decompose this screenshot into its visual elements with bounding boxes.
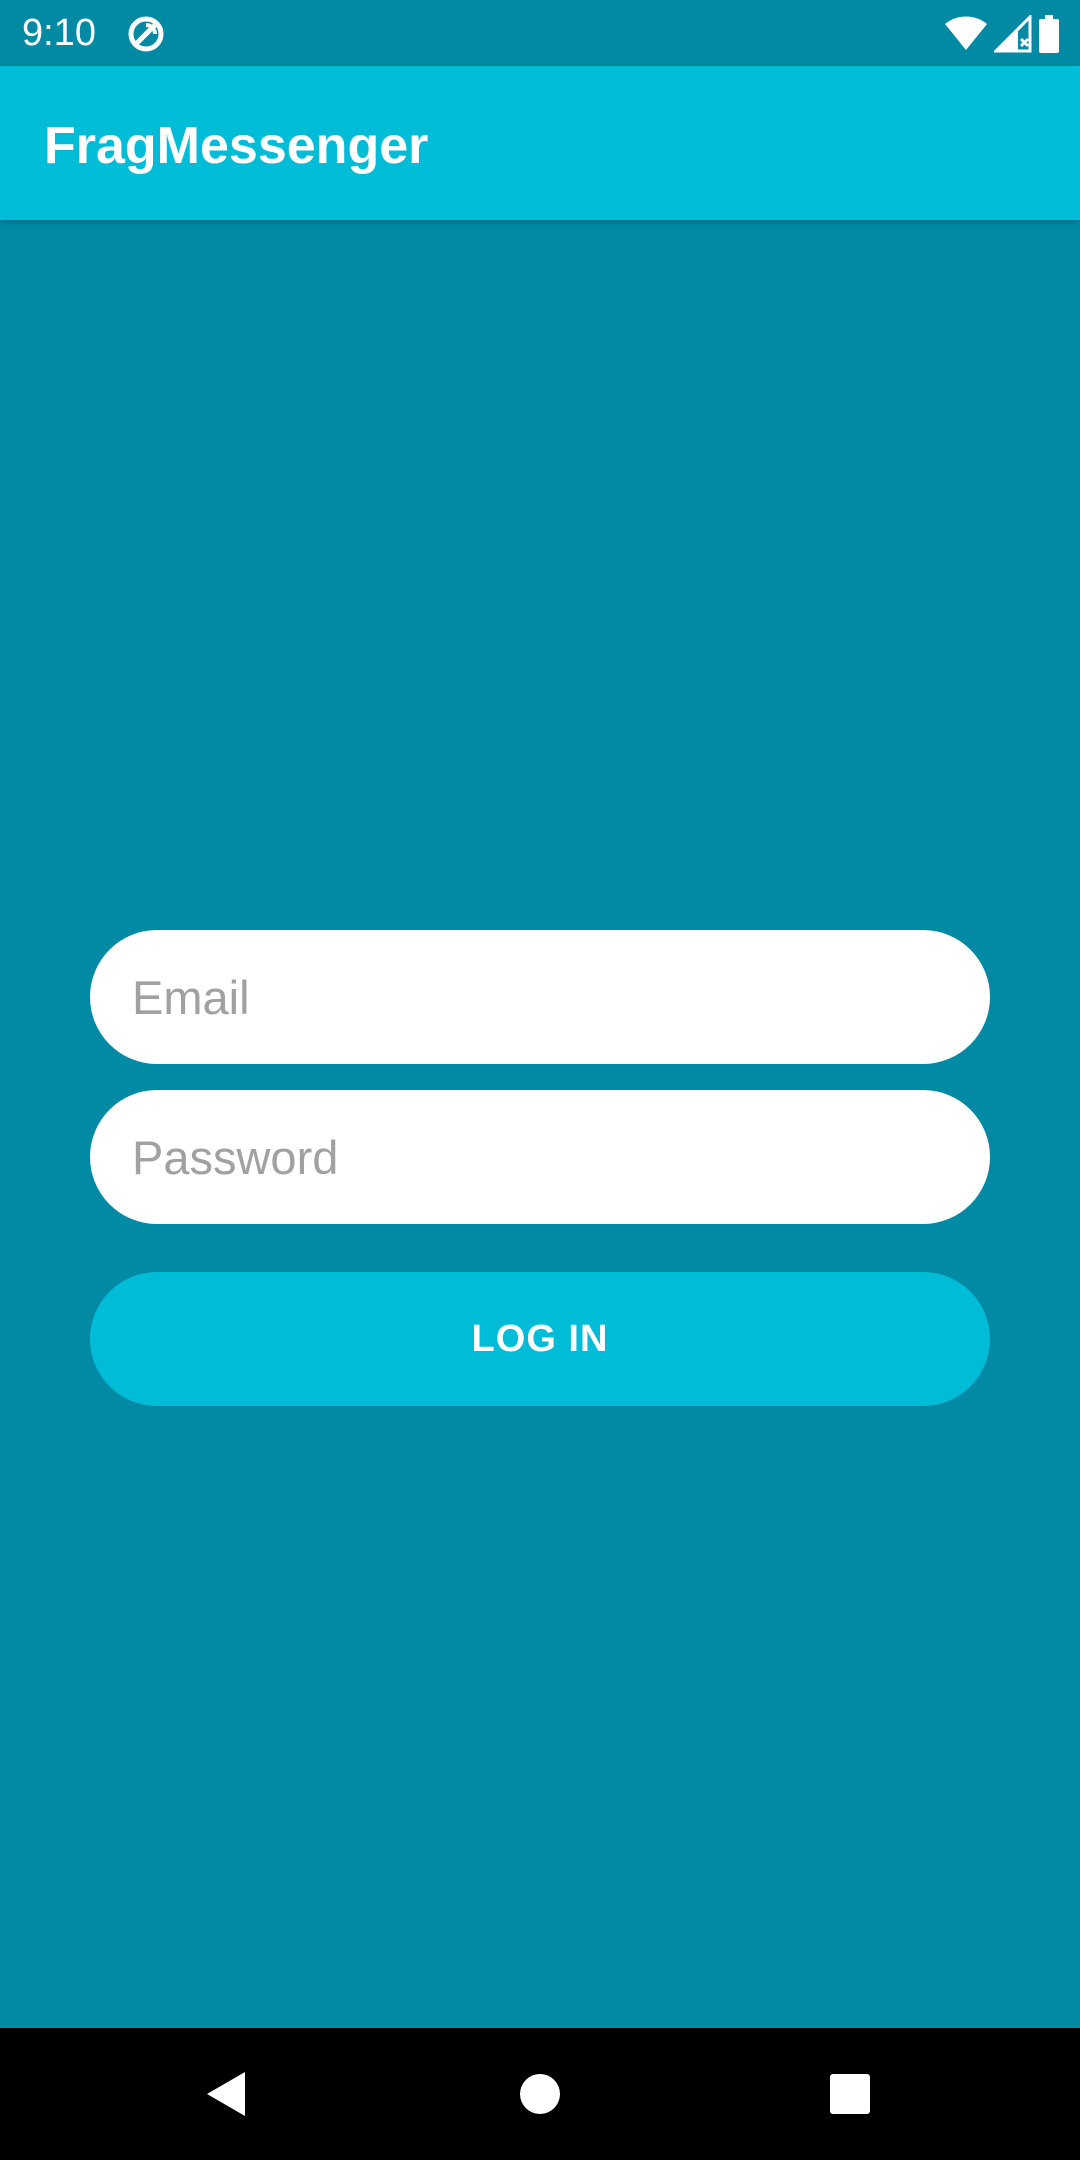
status-time: 9:10 bbox=[22, 12, 96, 54]
email-input[interactable] bbox=[132, 930, 952, 1064]
wifi-icon bbox=[945, 16, 987, 50]
home-icon bbox=[520, 2074, 560, 2114]
back-icon bbox=[207, 2072, 245, 2116]
battery-icon bbox=[1039, 15, 1059, 53]
login-button[interactable]: LOG IN bbox=[90, 1272, 990, 1406]
cellular-signal-icon bbox=[994, 15, 1032, 53]
recents-button[interactable] bbox=[814, 2058, 886, 2130]
navigation-bar bbox=[0, 2028, 1080, 2160]
status-icons bbox=[944, 14, 1060, 54]
recents-icon bbox=[830, 2074, 870, 2114]
sync-icon bbox=[128, 16, 164, 52]
app-bar: FragMessenger bbox=[0, 66, 1080, 220]
password-input[interactable] bbox=[132, 1090, 952, 1224]
status-bar: 9:10 bbox=[0, 0, 1080, 66]
home-button[interactable] bbox=[504, 2058, 576, 2130]
back-button[interactable] bbox=[190, 2058, 262, 2130]
password-field-container bbox=[90, 1090, 990, 1224]
app-title: FragMessenger bbox=[44, 117, 429, 175]
email-field-container bbox=[90, 930, 990, 1064]
